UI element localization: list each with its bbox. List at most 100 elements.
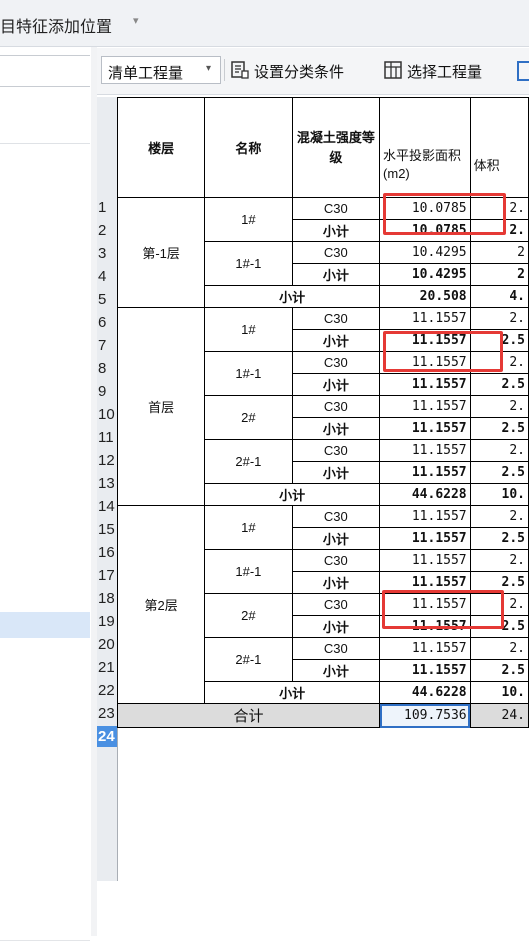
select-quantity-button[interactable]: 选择工程量 bbox=[383, 56, 509, 84]
row-number[interactable]: 20 bbox=[97, 634, 117, 655]
volume-cell[interactable]: 24. bbox=[469, 703, 529, 728]
volume-cell[interactable]: 2.5 bbox=[469, 373, 529, 396]
table-row[interactable]: 首层 1# C30 11.1557 2. bbox=[116, 307, 529, 506]
name-cell[interactable]: 2#-1 bbox=[204, 637, 293, 682]
grade-cell[interactable]: C30 bbox=[291, 395, 381, 418]
volume-cell[interactable]: 2. bbox=[469, 307, 529, 330]
grade-cell[interactable]: C30 bbox=[291, 307, 381, 330]
volume-cell[interactable]: 2.5 bbox=[469, 571, 529, 594]
area-cell[interactable]: 11.1557 bbox=[379, 549, 471, 572]
search-input[interactable] bbox=[0, 55, 90, 87]
table-row[interactable]: 第-1层 1# C30 10.0785 2. bbox=[116, 197, 529, 308]
name-cell[interactable]: 2# bbox=[204, 395, 293, 440]
row-number[interactable]: 17 bbox=[97, 565, 117, 586]
volume-cell[interactable]: 2. bbox=[469, 395, 529, 418]
volume-cell[interactable]: 2. bbox=[469, 637, 529, 660]
volume-cell[interactable]: 2.5 bbox=[469, 417, 529, 440]
grade-cell[interactable]: C30 bbox=[291, 351, 381, 374]
row-number[interactable]: 3 bbox=[97, 243, 117, 264]
export-icon[interactable] bbox=[516, 60, 529, 82]
name-cell[interactable]: 1# bbox=[204, 197, 293, 242]
breadcrumb[interactable]: 目特征添加位置 bbox=[0, 13, 112, 37]
area-cell[interactable]: 20.508 bbox=[379, 285, 471, 308]
area-cell[interactable]: 11.1557 bbox=[379, 637, 471, 660]
grade-cell[interactable]: C30 bbox=[291, 241, 381, 264]
area-cell[interactable]: 10.4295 bbox=[379, 241, 471, 264]
volume-cell[interactable]: 2.5 bbox=[469, 659, 529, 682]
area-cell[interactable]: 11.1557 bbox=[379, 461, 471, 484]
area-cell[interactable]: 11.1557 bbox=[379, 373, 471, 396]
volume-cell[interactable]: 2. bbox=[469, 351, 529, 374]
table-row[interactable]: 第2层 1# C30 11.1557 2. bbox=[116, 505, 529, 704]
col-header-area[interactable]: 水平投影面积(m2) bbox=[379, 97, 471, 198]
row-number[interactable]: 2 bbox=[97, 220, 117, 241]
area-cell[interactable]: 10.0785 bbox=[379, 197, 471, 220]
grade-cell[interactable]: C30 bbox=[291, 439, 381, 462]
area-cell[interactable]: 44.6228 bbox=[379, 681, 471, 704]
area-cell[interactable]: 11.1557 bbox=[379, 571, 471, 594]
volume-cell[interactable]: 2 bbox=[469, 263, 529, 286]
row-number[interactable]: 5 bbox=[97, 289, 117, 310]
col-header-floor[interactable]: 楼层 bbox=[116, 97, 206, 198]
col-header-grade[interactable]: 混凝土强度等级 bbox=[291, 97, 381, 198]
volume-cell[interactable]: 2.5 bbox=[469, 615, 529, 638]
name-cell[interactable]: 2#-1 bbox=[204, 439, 293, 484]
volume-cell[interactable]: 2. bbox=[469, 219, 529, 242]
volume-cell[interactable]: 2. bbox=[469, 593, 529, 616]
row-number[interactable]: 10 bbox=[97, 404, 117, 425]
row-number[interactable]: 22 bbox=[97, 680, 117, 701]
row-number[interactable]: 7 bbox=[97, 335, 117, 356]
floor-cell[interactable]: 第-1层 bbox=[116, 197, 206, 308]
volume-cell[interactable]: 4. bbox=[469, 285, 529, 308]
volume-cell[interactable]: 2.5 bbox=[469, 461, 529, 484]
area-cell[interactable]: 44.6228 bbox=[379, 483, 471, 506]
area-cell[interactable]: 11.1557 bbox=[379, 527, 471, 550]
row-number[interactable]: 14 bbox=[97, 496, 117, 517]
area-cell[interactable]: 109.7536 bbox=[379, 703, 471, 728]
name-cell[interactable]: 1#-1 bbox=[204, 549, 293, 594]
volume-cell[interactable]: 2. bbox=[469, 197, 529, 220]
floor-cell[interactable]: 第2层 bbox=[116, 505, 206, 704]
floor-cell[interactable]: 首层 bbox=[116, 307, 206, 506]
row-number[interactable]: 11 bbox=[97, 427, 117, 448]
area-cell[interactable]: 11.1557 bbox=[379, 307, 471, 330]
name-cell[interactable]: 1# bbox=[204, 307, 293, 352]
area-cell[interactable]: 11.1557 bbox=[379, 417, 471, 440]
name-cell[interactable]: 1#-1 bbox=[204, 351, 293, 396]
row-number[interactable]: 6 bbox=[97, 312, 117, 333]
row-number[interactable]: 13 bbox=[97, 473, 117, 494]
volume-cell[interactable]: 2. bbox=[469, 505, 529, 528]
grade-cell[interactable]: C30 bbox=[291, 549, 381, 572]
volume-cell[interactable]: 2.5 bbox=[469, 329, 529, 352]
area-cell[interactable]: 11.1557 bbox=[379, 615, 471, 638]
col-header-volume[interactable]: 体积 bbox=[469, 97, 529, 198]
volume-cell[interactable]: 10. bbox=[469, 483, 529, 506]
row-number[interactable]: 23 bbox=[97, 703, 117, 724]
chevron-down-icon[interactable]: ▾ bbox=[133, 14, 139, 27]
name-cell[interactable]: 1#-1 bbox=[204, 241, 293, 286]
volume-cell[interactable]: 2. bbox=[469, 439, 529, 462]
volume-cell[interactable]: 2.5 bbox=[469, 527, 529, 550]
volume-cell[interactable]: 2. bbox=[469, 549, 529, 572]
name-cell[interactable]: 1# bbox=[204, 505, 293, 550]
area-cell[interactable]: 11.1557 bbox=[379, 351, 471, 374]
row-number[interactable]: 19 bbox=[97, 611, 117, 632]
row-number[interactable]: 8 bbox=[97, 358, 117, 379]
area-cell[interactable]: 11.1557 bbox=[379, 395, 471, 418]
name-cell[interactable]: 2# bbox=[204, 593, 293, 638]
total-row[interactable]: 合计 109.7536 24. bbox=[116, 703, 529, 728]
row-number[interactable]: 21 bbox=[97, 657, 117, 678]
area-cell[interactable]: 11.1557 bbox=[379, 329, 471, 352]
quantity-type-dropdown[interactable]: 清单工程量 ▾ bbox=[101, 56, 221, 84]
row-number[interactable]: 18 bbox=[97, 588, 117, 609]
set-classification-button[interactable]: 设置分类条件 bbox=[230, 56, 370, 84]
row-number[interactable]: 16 bbox=[97, 542, 117, 563]
area-cell[interactable]: 11.1557 bbox=[379, 659, 471, 682]
row-number[interactable]: 9 bbox=[97, 381, 117, 402]
area-cell[interactable]: 10.0785 bbox=[379, 219, 471, 242]
row-number[interactable]: 15 bbox=[97, 519, 117, 540]
grade-cell[interactable]: C30 bbox=[291, 637, 381, 660]
row-number[interactable]: 24 bbox=[97, 726, 117, 747]
grade-cell[interactable]: C30 bbox=[291, 197, 381, 220]
area-cell[interactable]: 11.1557 bbox=[379, 439, 471, 462]
